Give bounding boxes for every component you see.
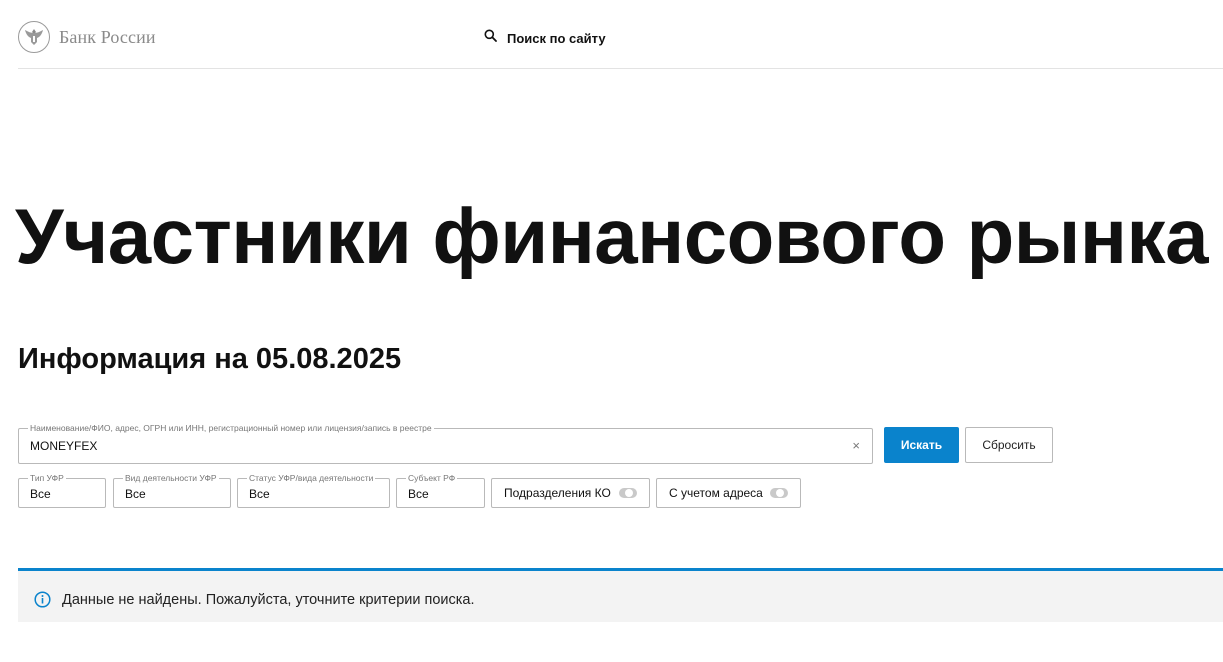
page: Банк России Поиск по сайту Участники фин… <box>0 0 1223 662</box>
notice-text: Данные не найдены. Пожалуйста, уточните … <box>62 592 475 608</box>
filter-region[interactable]: Субъект РФ Все <box>396 472 485 508</box>
registry-search-input[interactable]: Наименование/ФИО, адрес, ОГРН или ИНН, р… <box>18 422 873 464</box>
search-icon <box>484 29 497 47</box>
filter-ufr-type[interactable]: Тип УФР Все <box>18 472 106 508</box>
filter-value: Все <box>125 487 146 501</box>
info-icon <box>34 591 51 613</box>
toggle-ko-divisions[interactable]: Подразделения КО <box>491 478 650 508</box>
toggle-label: С учетом адреса <box>669 486 763 500</box>
toggle-switch[interactable] <box>770 488 788 498</box>
filter-ufr-status[interactable]: Статус УФР/вида деятельности Все <box>237 472 390 508</box>
no-results-notice: Данные не найдены. Пожалуйста, уточните … <box>18 568 1223 622</box>
info-date-heading: Информация на 05.08.2025 <box>18 343 402 375</box>
filter-legend: Тип УФР <box>28 472 66 484</box>
toggle-switch[interactable] <box>619 488 637 498</box>
search-field-legend: Наименование/ФИО, адрес, ОГРН или ИНН, р… <box>28 422 434 434</box>
toggle-knob <box>625 489 633 497</box>
filter-value: Все <box>408 487 429 501</box>
search-link-label: Поиск по сайту <box>507 30 606 46</box>
logo-text: Банк России <box>59 26 156 47</box>
eagle-emblem-icon <box>18 21 50 53</box>
page-title: Участники финансового рынка <box>15 192 1208 280</box>
search-field-value: MONEYFEX <box>30 439 98 453</box>
toggle-with-address[interactable]: С учетом адреса <box>656 478 801 508</box>
filter-ufr-activity[interactable]: Вид деятельности УФР Все <box>113 472 231 508</box>
filter-legend: Статус УФР/вида деятельности <box>247 472 376 484</box>
site-search-link[interactable]: Поиск по сайту <box>484 29 606 47</box>
bank-logo[interactable]: Банк России <box>18 21 156 53</box>
toggle-knob <box>776 489 784 497</box>
toggle-label: Подразделения КО <box>504 486 611 500</box>
filter-legend: Вид деятельности УФР <box>123 472 219 484</box>
filter-value: Все <box>249 487 270 501</box>
filter-legend: Субъект РФ <box>406 472 458 484</box>
site-header: Банк России Поиск по сайту <box>18 0 1223 69</box>
filter-value: Все <box>30 487 51 501</box>
clear-icon[interactable]: × <box>852 438 860 453</box>
search-button[interactable]: Искать <box>884 427 959 463</box>
reset-button[interactable]: Сбросить <box>965 427 1053 463</box>
